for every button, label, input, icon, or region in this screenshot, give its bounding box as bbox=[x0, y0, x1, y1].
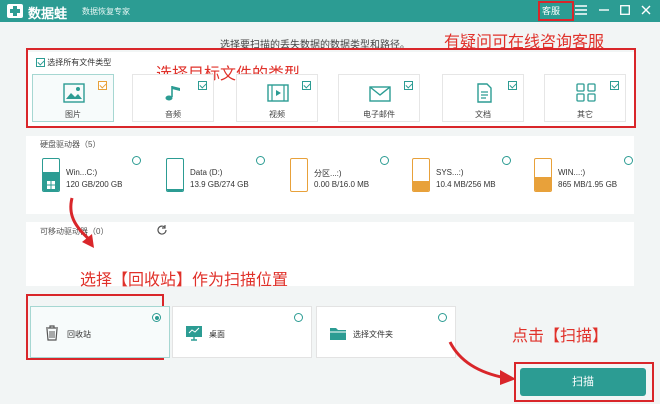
drive-name: WIN...:) bbox=[558, 168, 586, 177]
app-name: 数据蛙 bbox=[28, 6, 68, 21]
location-label: 选择文件夹 bbox=[353, 330, 393, 339]
radio-icon[interactable] bbox=[624, 156, 633, 165]
drive-d[interactable]: Data (D:) 13.9 GB/274 GB bbox=[166, 156, 266, 196]
filetype-label: 图片 bbox=[65, 110, 81, 119]
minimize-icon[interactable] bbox=[596, 2, 612, 18]
desktop-icon bbox=[186, 326, 202, 341]
windows-logo-icon bbox=[47, 181, 55, 189]
drive-size: 10.4 MB/256 MB bbox=[436, 180, 496, 189]
recycle-bin-icon bbox=[46, 325, 58, 341]
radio-icon[interactable] bbox=[294, 313, 303, 322]
drive-name: Data (D:) bbox=[190, 168, 223, 177]
arrow-icon bbox=[69, 197, 94, 248]
drive-name: SYS...:) bbox=[436, 168, 464, 177]
drive-icon bbox=[290, 158, 308, 192]
drive-partition[interactable]: 分区...:) 0.00 B/16.0 MB bbox=[290, 156, 390, 196]
location-recycle-bin[interactable]: 回收站 bbox=[30, 306, 170, 358]
filetype-image[interactable]: 图片 bbox=[32, 74, 114, 122]
location-desktop[interactable]: 桌面 bbox=[172, 306, 312, 358]
radio-icon[interactable] bbox=[380, 156, 389, 165]
drive-win[interactable]: WIN...:) 865 MB/1.95 GB bbox=[534, 156, 634, 196]
folder-icon bbox=[330, 328, 346, 340]
radio-icon[interactable] bbox=[502, 156, 511, 165]
checkbox-icon[interactable] bbox=[508, 81, 517, 90]
filetype-video[interactable]: 视频 bbox=[236, 74, 318, 122]
checkbox-icon[interactable] bbox=[404, 81, 413, 90]
scan-annotation: 点击【扫描】 bbox=[512, 328, 609, 345]
recycle-annotation: 选择【回收站】作为扫描位置 bbox=[80, 272, 289, 289]
video-icon bbox=[267, 84, 289, 102]
audio-icon bbox=[165, 86, 180, 101]
drive-icon bbox=[166, 158, 184, 192]
menu-icon[interactable] bbox=[573, 2, 589, 18]
drive-size: 13.9 GB/274 GB bbox=[190, 180, 249, 189]
document-icon bbox=[477, 83, 492, 103]
service-highlight-box bbox=[538, 1, 574, 21]
app-logo-icon bbox=[7, 4, 23, 18]
filetype-audio[interactable]: 音频 bbox=[132, 74, 214, 122]
drive-size: 0.00 B/16.0 MB bbox=[314, 180, 370, 189]
filetype-document[interactable]: 文档 bbox=[442, 74, 524, 122]
drive-icon bbox=[412, 158, 430, 192]
checkbox-icon[interactable] bbox=[610, 81, 619, 90]
app-subtitle: 数据恢复专家 bbox=[82, 7, 130, 16]
location-label: 桌面 bbox=[209, 330, 225, 339]
drive-size: 120 GB/200 GB bbox=[66, 180, 123, 189]
location-label: 回收站 bbox=[67, 330, 91, 339]
drive-c[interactable]: Win...C:) 120 GB/200 GB bbox=[42, 156, 142, 196]
image-icon bbox=[63, 83, 85, 103]
scan-button[interactable]: 扫描 bbox=[520, 368, 646, 396]
other-icon bbox=[576, 83, 596, 102]
filetype-label: 视频 bbox=[269, 110, 285, 119]
email-icon bbox=[369, 86, 391, 102]
drive-name: 分区...:) bbox=[314, 169, 342, 178]
checkbox-icon[interactable] bbox=[198, 81, 207, 90]
radio-icon[interactable] bbox=[132, 156, 141, 165]
drive-name: Win...C:) bbox=[66, 168, 98, 177]
drive-icon bbox=[42, 158, 60, 192]
refresh-icon[interactable] bbox=[156, 224, 168, 236]
maximize-icon[interactable] bbox=[617, 2, 633, 18]
filetype-label: 电子邮件 bbox=[363, 110, 395, 119]
radio-icon[interactable] bbox=[256, 156, 265, 165]
drive-sys[interactable]: SYS...:) 10.4 MB/256 MB bbox=[412, 156, 512, 196]
drive-size: 865 MB/1.95 GB bbox=[558, 180, 618, 189]
arrow-icon bbox=[448, 341, 516, 385]
filetype-other[interactable]: 其它 bbox=[544, 74, 626, 122]
disk-section-title: 硬盘驱动器（5） bbox=[40, 140, 101, 149]
location-folder[interactable]: 选择文件夹 bbox=[316, 306, 456, 358]
filetype-label: 其它 bbox=[577, 110, 593, 119]
checkbox-icon[interactable] bbox=[98, 81, 107, 90]
radio-icon[interactable] bbox=[438, 313, 447, 322]
filetype-label: 音频 bbox=[165, 110, 181, 119]
drive-icon bbox=[534, 158, 552, 192]
close-icon[interactable] bbox=[638, 2, 654, 18]
filetype-email[interactable]: 电子邮件 bbox=[338, 74, 420, 122]
filetype-label: 文档 bbox=[475, 110, 491, 119]
checkbox-icon[interactable] bbox=[302, 81, 311, 90]
radio-icon[interactable] bbox=[152, 313, 161, 322]
